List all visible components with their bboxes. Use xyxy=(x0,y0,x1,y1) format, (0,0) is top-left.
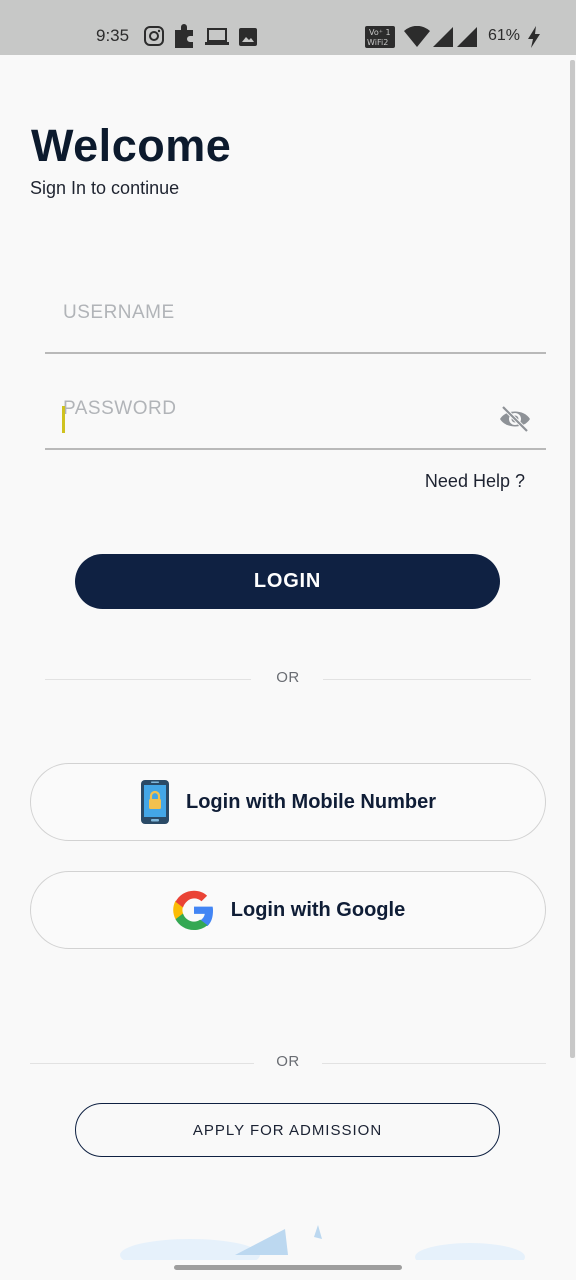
wifi-icon xyxy=(404,26,430,47)
home-indicator[interactable] xyxy=(174,1265,402,1270)
battery-percentage: 61% xyxy=(488,27,521,44)
or-text: OR xyxy=(276,1053,300,1070)
instagram-icon xyxy=(144,26,164,46)
svg-text:WiFi2: WiFi2 xyxy=(367,38,388,47)
status-bar: 9:35 Vo⁺ 1 WiFi2 61% xyxy=(0,0,576,55)
visibility-off-icon[interactable] xyxy=(498,404,532,434)
charging-icon xyxy=(528,26,540,48)
username-field[interactable]: USERNAME xyxy=(45,302,546,354)
laptop-icon xyxy=(205,28,229,45)
login-with-google-button[interactable]: Login with Google xyxy=(30,871,546,949)
svg-text:Vo⁺ 1: Vo⁺ 1 xyxy=(369,28,391,37)
apply-for-admission-button[interactable]: APPLY FOR ADMISSION xyxy=(75,1103,500,1157)
or-text: OR xyxy=(276,669,300,686)
login-with-mobile-button[interactable]: Login with Mobile Number xyxy=(30,763,546,841)
text-cursor xyxy=(62,406,65,433)
scrollbar[interactable] xyxy=(570,60,575,1058)
username-placeholder: USERNAME xyxy=(63,302,175,323)
or-divider: OR xyxy=(45,669,531,689)
signal-icon xyxy=(433,27,453,47)
password-placeholder: PASSWORD xyxy=(63,398,177,419)
need-help-link[interactable]: Need Help ? xyxy=(425,471,525,492)
login-with-google-label: Login with Google xyxy=(230,898,406,921)
divider-line xyxy=(323,679,531,680)
login-with-mobile-label: Login with Mobile Number xyxy=(186,790,436,813)
login-button[interactable]: LOGIN xyxy=(75,554,500,609)
extension-icon xyxy=(175,24,193,48)
password-field[interactable]: PASSWORD xyxy=(45,398,546,450)
mobile-lock-icon xyxy=(141,780,169,824)
divider-line xyxy=(322,1063,546,1064)
image-icon xyxy=(239,28,257,46)
signal-icon xyxy=(457,27,477,47)
bottom-illustration xyxy=(120,1225,525,1260)
or-divider: OR xyxy=(30,1053,546,1073)
page-subtitle: Sign In to continue xyxy=(30,178,180,198)
page-title: Welcome xyxy=(31,120,232,171)
vowifi-icon: Vo⁺ 1 WiFi2 xyxy=(365,26,395,48)
google-icon xyxy=(172,890,213,930)
status-time: 9:35 xyxy=(96,26,130,45)
